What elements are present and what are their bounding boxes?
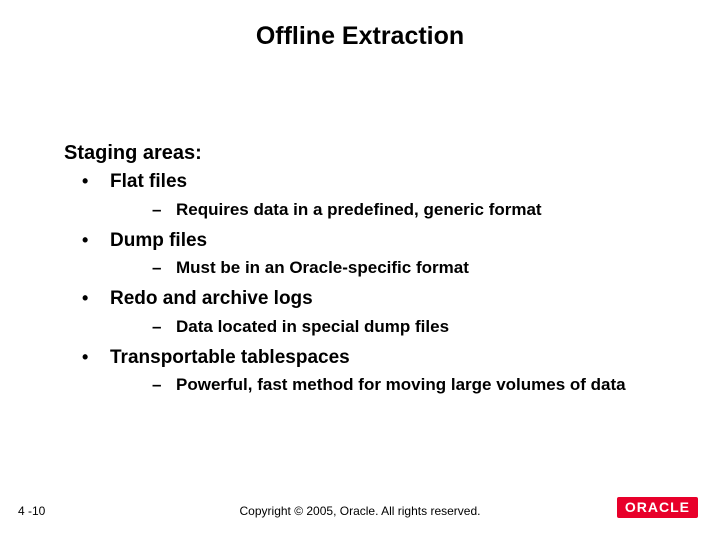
oracle-logo-text: ORACLE: [617, 497, 698, 518]
body-heading: Staging areas:: [64, 140, 680, 167]
bullet-item: Flat files: [64, 169, 680, 195]
bullet-item: Transportable tablespaces: [64, 345, 680, 371]
bullet-item: Redo and archive logs: [64, 286, 680, 312]
sub-bullet-item: Requires data in a predefined, generic f…: [64, 199, 680, 222]
slide-title: Offline Extraction: [0, 0, 720, 51]
copyright-text: Copyright © 2005, Oracle. All rights res…: [0, 504, 720, 518]
sub-bullet-item: Data located in special dump files: [64, 316, 680, 339]
slide-body: Staging areas: Flat files Requires data …: [64, 140, 680, 403]
slide: Offline Extraction Staging areas: Flat f…: [0, 0, 720, 540]
oracle-logo: ORACLE: [617, 497, 698, 518]
bullet-item: Dump files: [64, 228, 680, 254]
sub-bullet-item: Must be in an Oracle-specific format: [64, 257, 680, 280]
sub-bullet-item: Powerful, fast method for moving large v…: [64, 374, 680, 397]
